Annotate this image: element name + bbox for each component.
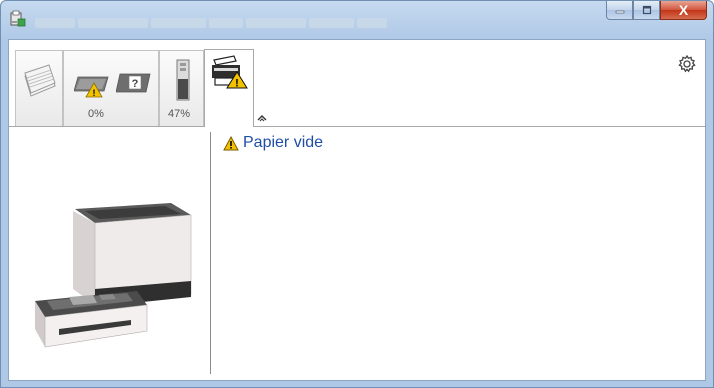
svg-text:!: !: [235, 78, 239, 90]
printer-image-panel: [9, 127, 210, 380]
status-toolbar: ! ? 0% 47% !: [9, 40, 705, 127]
maximize-button[interactable]: [633, 1, 660, 20]
panel-divider: [210, 132, 211, 374]
printer-app-icon: [10, 10, 26, 27]
window-title-blurred: [35, 15, 390, 28]
status-message: Papier vide: [223, 134, 323, 152]
status-text: Papier vide: [243, 134, 324, 151]
svg-text:?: ?: [132, 78, 139, 90]
tab-toner-level[interactable]: 47%: [159, 50, 204, 126]
monitor-client-area: ! ? 0% 47% ! Papier vide: [8, 39, 706, 381]
title-bar[interactable]: X: [1, 1, 713, 39]
minimize-button[interactable]: [606, 1, 633, 20]
warning-icon: [223, 135, 239, 150]
gear-icon[interactable]: [677, 54, 697, 74]
tab-toner-unknown[interactable]: ! ? 0%: [63, 50, 159, 126]
unknown-cartridge-icon: ?: [116, 73, 151, 93]
paper-stack-icon: [24, 64, 56, 97]
toner-level-label: 47%: [168, 108, 191, 120]
close-icon: X: [678, 2, 689, 18]
printer-image: [35, 203, 192, 348]
close-button[interactable]: X: [660, 1, 707, 20]
tab-printer-status[interactable]: !: [204, 49, 254, 127]
chevron-up-icon[interactable]: [257, 114, 267, 122]
maximize-icon: [642, 5, 651, 15]
svg-text:!: !: [93, 88, 96, 98]
window-controls: X: [606, 1, 707, 23]
toner-unknown-label: 0%: [88, 108, 104, 120]
toner-warning-icon: !: [74, 76, 109, 98]
toner-cartridge-icon: [176, 59, 190, 101]
printer-warning-icon: !: [212, 55, 248, 90]
minimize-icon: [615, 10, 624, 14]
status-monitor-window: X ! ? 0% 47% ! Papier vide: [0, 0, 714, 388]
tab-paper[interactable]: [15, 50, 63, 126]
